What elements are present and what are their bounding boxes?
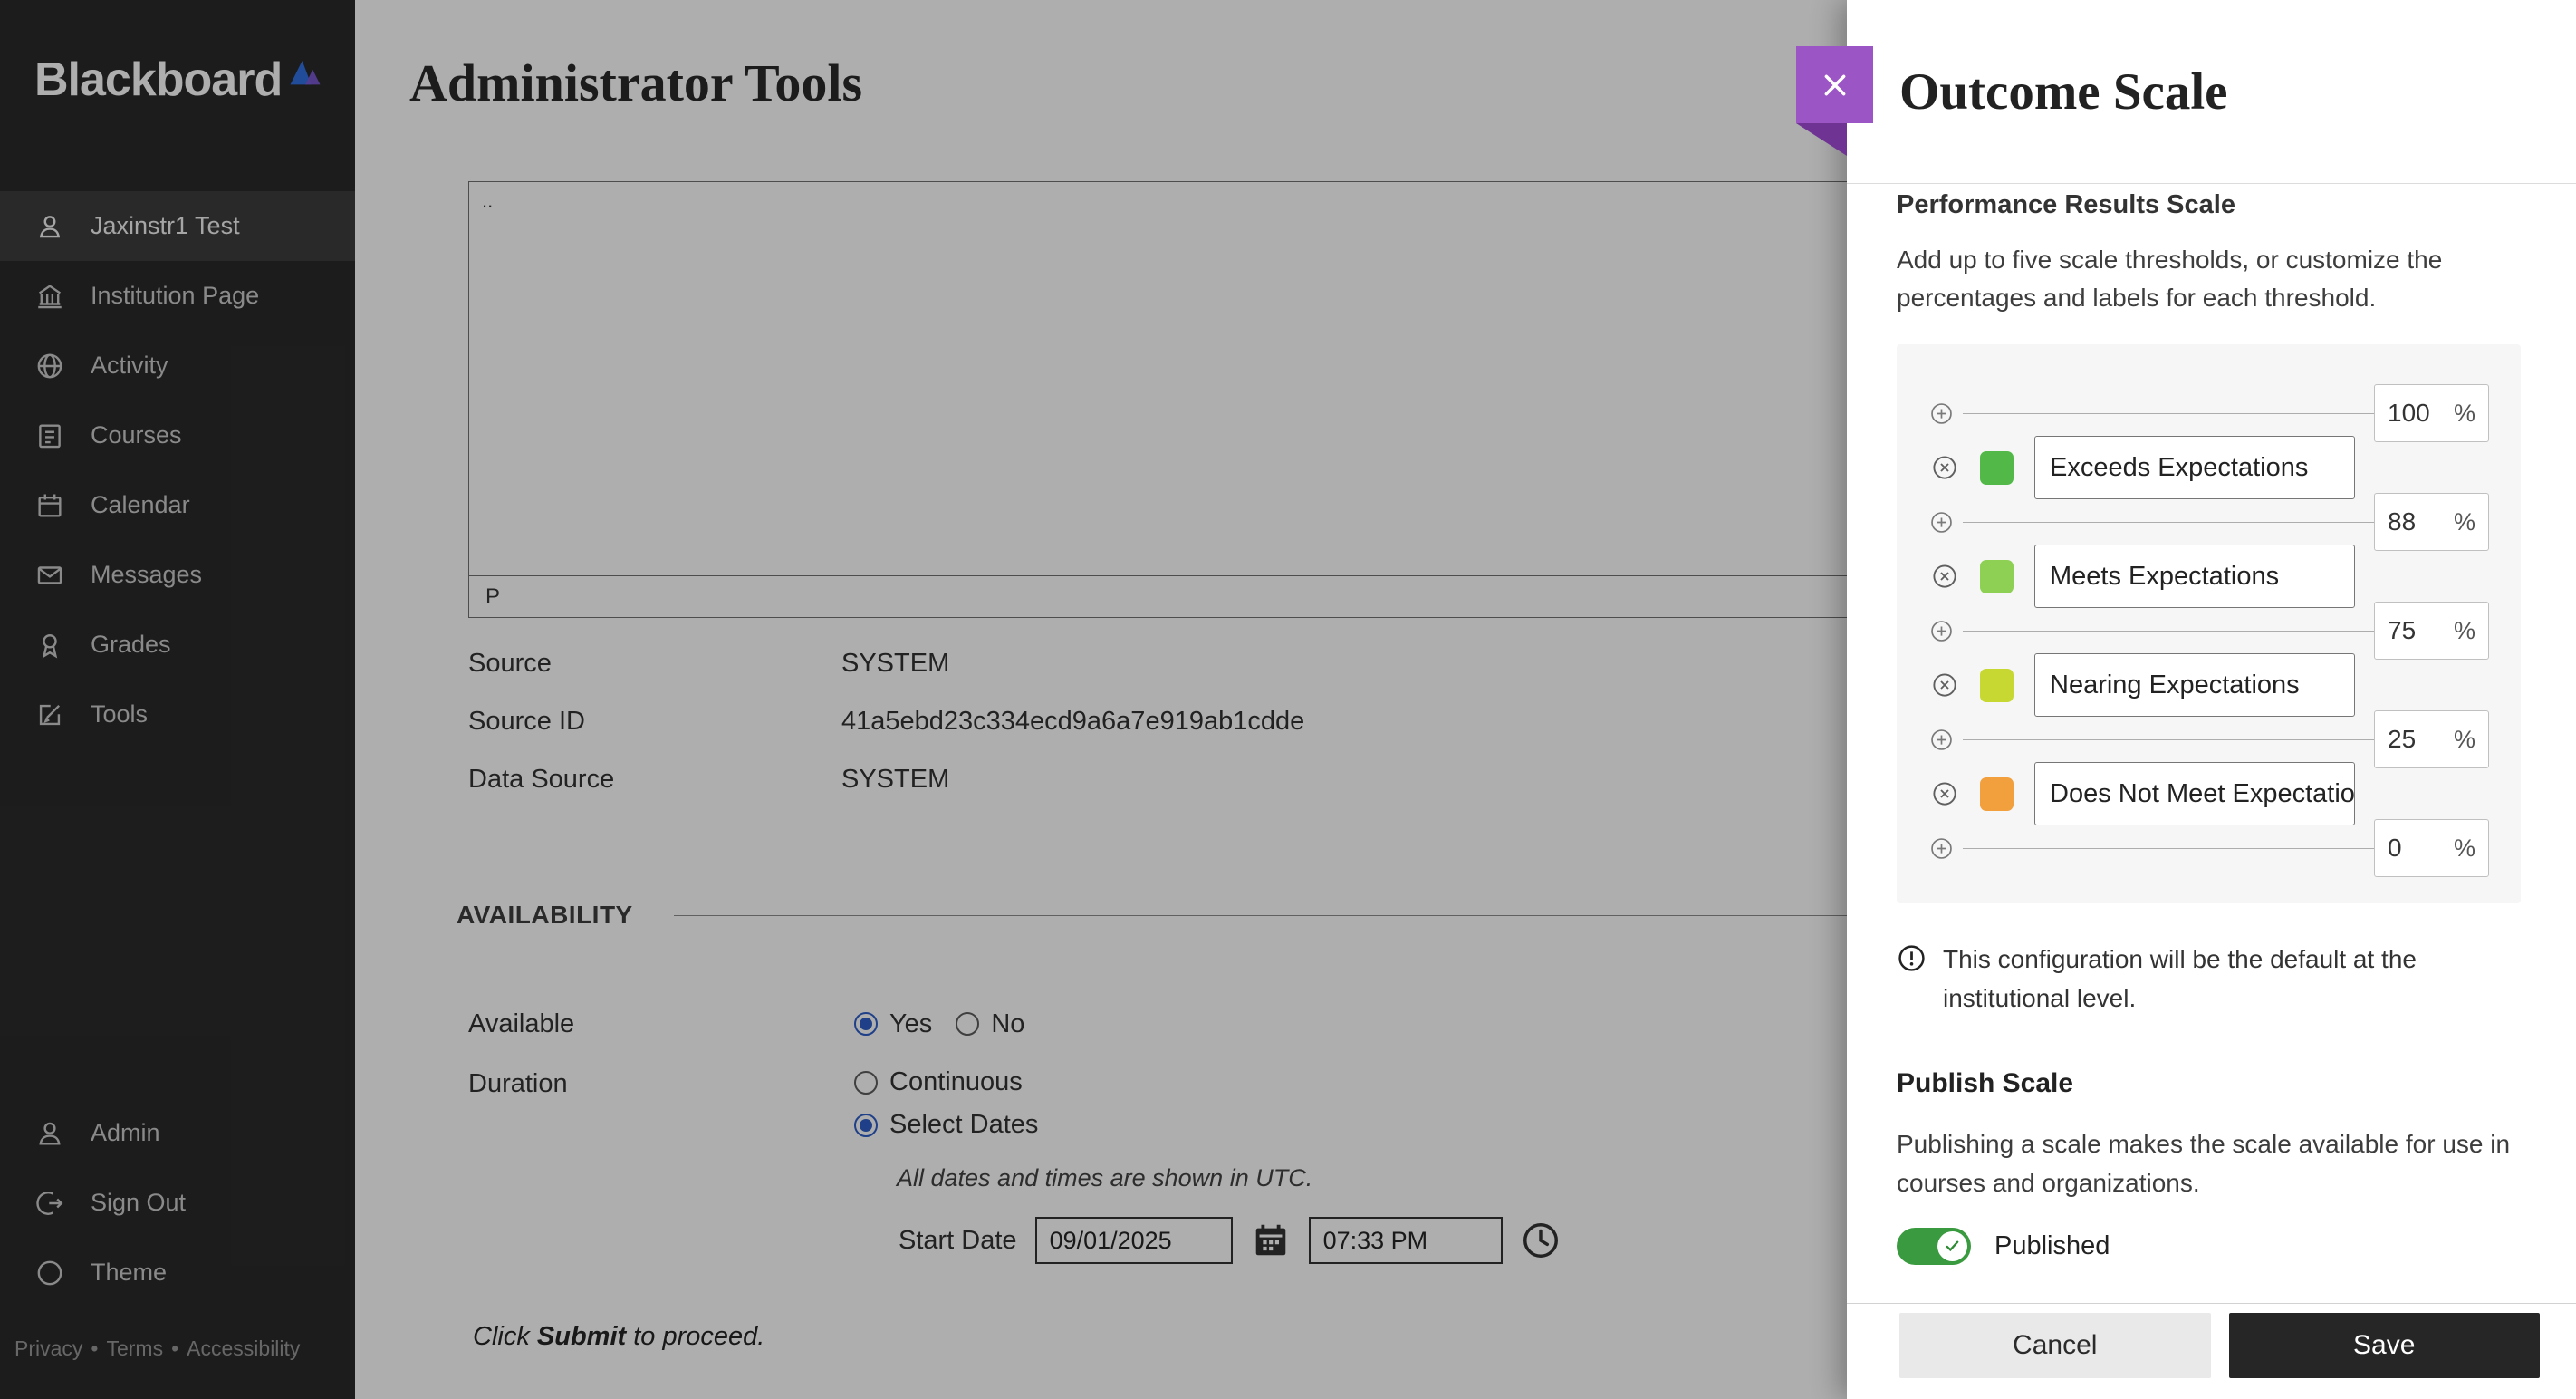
remove-level-icon[interactable] (1931, 563, 1958, 590)
threshold-row-1: 100 % (1897, 386, 2521, 440)
modal-overlay[interactable] (0, 0, 1847, 1399)
percent-unit: % (2454, 617, 2475, 645)
threshold-percent-value: 88 (2388, 507, 2416, 536)
percent-unit: % (2454, 400, 2475, 428)
percent-unit: % (2454, 726, 2475, 754)
threshold-percent-input[interactable]: 100 % (2374, 384, 2489, 442)
threshold-percent-input[interactable]: 0 % (2374, 819, 2489, 877)
scale-level-row-4: Does Not Meet Expectations (1897, 767, 2521, 821)
level-label-input[interactable]: Does Not Meet Expectations (2034, 762, 2355, 825)
remove-level-icon[interactable] (1931, 780, 1958, 807)
level-color-swatch[interactable] (1980, 451, 2014, 485)
published-label: Published (1994, 1231, 2110, 1261)
default-config-note: This configuration will be the default a… (1897, 940, 2521, 1018)
add-threshold-icon[interactable] (1929, 619, 1954, 643)
add-threshold-icon[interactable] (1929, 510, 1954, 535)
cancel-button[interactable]: Cancel (1899, 1313, 2211, 1378)
level-label-input[interactable]: Exceeds Expectations (2034, 436, 2355, 499)
panel-footer: Cancel Save (1847, 1303, 2576, 1399)
info-icon (1897, 943, 1927, 973)
close-button[interactable] (1796, 46, 1873, 123)
scale-level-row-2: Meets Expectations (1897, 549, 2521, 603)
remove-level-icon[interactable] (1931, 671, 1958, 699)
threshold-row-4: 25 % (1897, 712, 2521, 767)
threshold-connector-line (1963, 522, 2374, 523)
performance-scale-heading: Performance Results Scale (1897, 187, 2521, 223)
level-color-swatch[interactable] (1980, 560, 2014, 593)
close-button-peel (1796, 123, 1847, 156)
threshold-connector-line (1963, 413, 2374, 414)
threshold-percent-value: 25 (2388, 725, 2416, 754)
threshold-row-5: 0 % (1897, 821, 2521, 875)
percent-unit: % (2454, 835, 2475, 863)
scale-level-row-3: Nearing Expectations (1897, 658, 2521, 712)
remove-level-icon[interactable] (1931, 454, 1958, 481)
threshold-percent-value: 75 (2388, 616, 2416, 645)
threshold-connector-line (1963, 739, 2374, 740)
add-threshold-icon[interactable] (1929, 728, 1954, 752)
threshold-row-3: 75 % (1897, 603, 2521, 658)
level-color-swatch[interactable] (1980, 669, 2014, 702)
add-threshold-icon[interactable] (1929, 401, 1954, 426)
threshold-connector-line (1963, 848, 2374, 849)
publish-description: Publishing a scale makes the scale avail… (1897, 1124, 2523, 1202)
scale-thresholds-card: 100 % Exceeds Expectations 88 % (1897, 344, 2521, 903)
level-label-value: Meets Expectations (2050, 562, 2279, 592)
scale-description: Add up to five scale thresholds, or cust… (1897, 241, 2487, 317)
close-icon (1816, 66, 1854, 104)
threshold-percent-input[interactable]: 75 % (2374, 602, 2489, 660)
published-toggle-row: Published (1897, 1228, 2521, 1265)
outcome-scale-panel: Outcome Scale Performance Results Scale … (1847, 0, 2576, 1399)
panel-body: Performance Results Scale Add up to five… (1847, 185, 2576, 1303)
level-color-swatch[interactable] (1980, 777, 2014, 811)
info-note-text: This configuration will be the default a… (1943, 940, 2477, 1018)
level-label-input[interactable]: Nearing Expectations (2034, 653, 2355, 717)
threshold-percent-input[interactable]: 25 % (2374, 710, 2489, 768)
level-label-input[interactable]: Meets Expectations (2034, 545, 2355, 608)
threshold-row-2: 88 % (1897, 495, 2521, 549)
threshold-connector-line (1963, 631, 2374, 632)
app-root: Blackboard Jaxinstr1 Test Institution Pa… (0, 0, 2576, 1399)
check-icon (1943, 1237, 1962, 1256)
scale-level-row-1: Exceeds Expectations (1897, 440, 2521, 495)
panel-title: Outcome Scale (1899, 63, 2227, 121)
add-threshold-icon[interactable] (1929, 836, 1954, 861)
level-label-value: Does Not Meet Expectations (2050, 779, 2355, 809)
level-label-value: Exceeds Expectations (2050, 453, 2308, 483)
toggle-knob (1937, 1231, 1967, 1261)
threshold-percent-value: 0 (2388, 834, 2402, 863)
level-label-value: Nearing Expectations (2050, 671, 2300, 700)
save-button[interactable]: Save (2229, 1313, 2541, 1378)
published-toggle[interactable] (1897, 1228, 1971, 1265)
panel-header: Outcome Scale (1847, 0, 2576, 184)
threshold-percent-input[interactable]: 88 % (2374, 493, 2489, 551)
threshold-percent-value: 100 (2388, 399, 2430, 428)
percent-unit: % (2454, 508, 2475, 536)
publish-scale-heading: Publish Scale (1897, 1068, 2521, 1099)
